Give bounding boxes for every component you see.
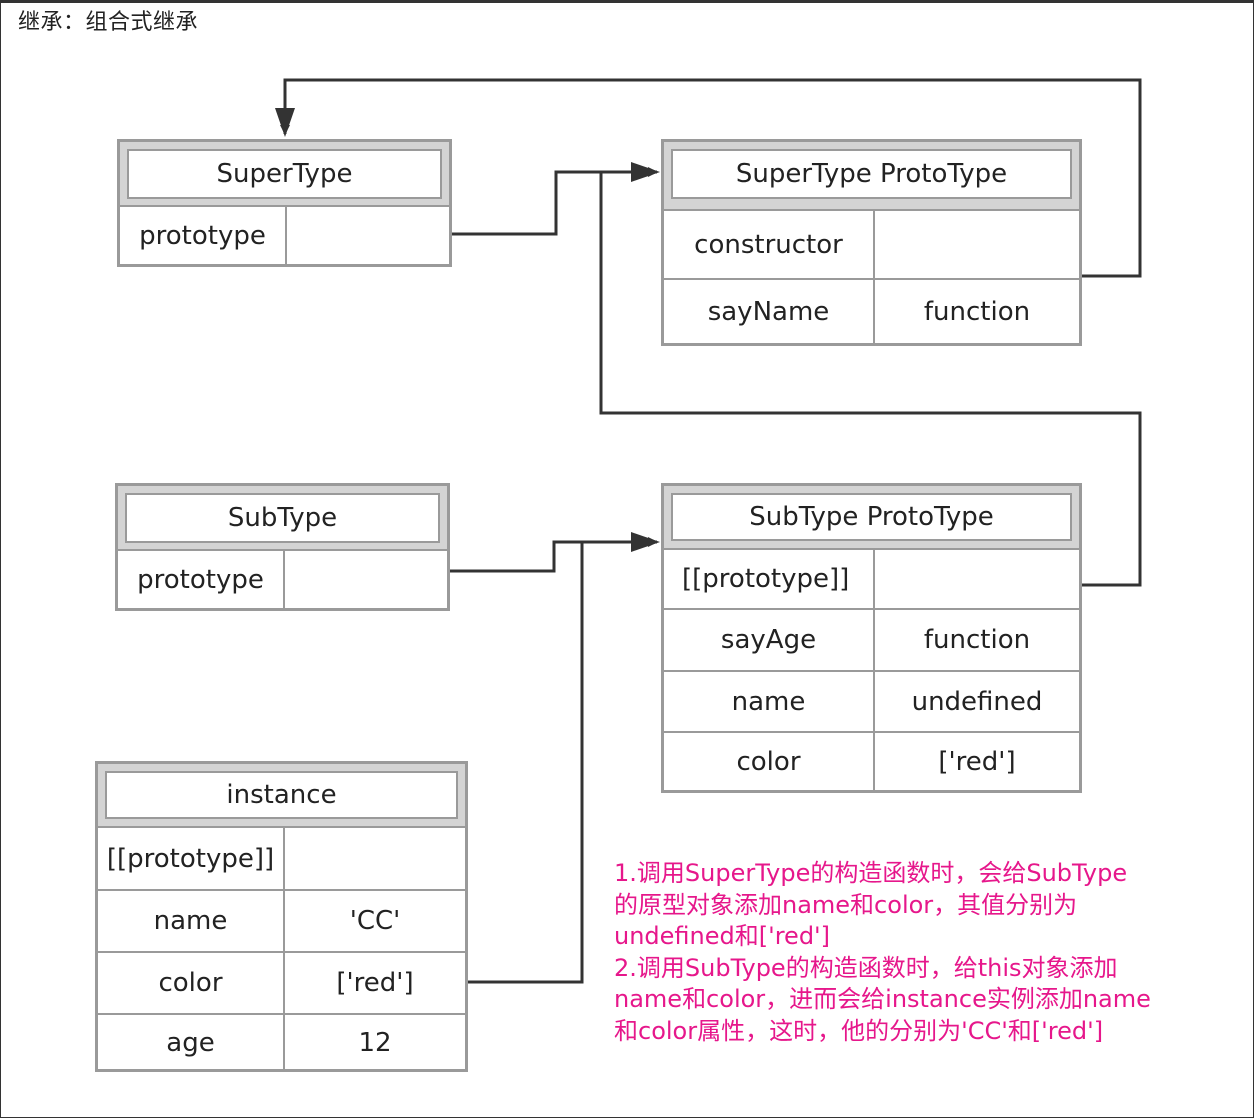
subtype-proto-row-prototype: [[prototype]] bbox=[664, 550, 1079, 608]
row-key: age bbox=[98, 1015, 285, 1071]
subtype-proto-row-color: color ['red'] bbox=[664, 731, 1079, 790]
instance-row-name: name 'CC' bbox=[98, 889, 465, 951]
subtype-proto-box: SubType ProtoType [[prototype]] sayAge f… bbox=[661, 483, 1082, 793]
row-key: [[prototype]] bbox=[98, 828, 285, 889]
row-key: sayAge bbox=[664, 610, 875, 670]
subtype-proto-row-sayage: sayAge function bbox=[664, 608, 1079, 670]
supertype-proto-title: SuperType ProtoType bbox=[671, 149, 1072, 199]
row-value: function bbox=[923, 625, 1031, 655]
row-value bbox=[285, 551, 447, 609]
supertype-proto-row-constructor: constructor bbox=[664, 211, 1079, 278]
supertype-proto-header: SuperType ProtoType bbox=[664, 142, 1079, 211]
arrowhead-supertype bbox=[275, 108, 295, 137]
supertype-header: SuperType bbox=[120, 142, 449, 207]
row-value bbox=[285, 828, 465, 889]
note-line: name和color，进而会给instance实例添加name bbox=[614, 985, 1151, 1013]
row-key: sayName bbox=[664, 280, 875, 343]
supertype-proto-row-sayname: sayName function bbox=[664, 278, 1079, 343]
connector-instance-to-subproto bbox=[468, 542, 584, 984]
row-value: 'CC' bbox=[349, 906, 401, 936]
supertype-proto-box: SuperType ProtoType constructor sayName … bbox=[661, 139, 1082, 346]
row-value bbox=[875, 550, 1079, 608]
arrowhead-superproto bbox=[631, 162, 660, 182]
supertype-box: SuperType prototype bbox=[117, 139, 452, 267]
instance-row-age: age 12 bbox=[98, 1013, 465, 1071]
arrowhead-subproto bbox=[631, 532, 660, 552]
row-value bbox=[875, 211, 1079, 278]
row-value: 12 bbox=[358, 1028, 392, 1058]
row-value: undefined bbox=[911, 686, 1043, 717]
row-key: color bbox=[98, 953, 285, 1013]
explanation-note: 1.调用SuperType的构造函数时，会给SubType 的原型对象添加nam… bbox=[614, 858, 1214, 1047]
instance-box: instance [[prototype]] name 'CC' color [… bbox=[95, 761, 468, 1072]
subtype-proto-row-name: name undefined bbox=[664, 670, 1079, 731]
row-key: prototype bbox=[120, 207, 287, 265]
subtype-row-prototype: prototype bbox=[118, 551, 447, 609]
subtype-box: SubType prototype bbox=[115, 483, 450, 611]
subtype-proto-header: SubType ProtoType bbox=[664, 486, 1079, 550]
instance-row-prototype: [[prototype]] bbox=[98, 828, 465, 889]
note-line: 的原型对象添加name和color，其值分别为 bbox=[614, 890, 1078, 919]
row-key: name bbox=[98, 891, 285, 951]
supertype-title: SuperType bbox=[127, 149, 442, 199]
subtype-title: SubType bbox=[125, 493, 440, 543]
row-value: ['red'] bbox=[938, 746, 1016, 777]
subtype-header: SubType bbox=[118, 486, 447, 551]
row-key: prototype bbox=[118, 551, 285, 609]
instance-title: instance bbox=[105, 771, 458, 819]
supertype-row-prototype: prototype bbox=[120, 207, 449, 265]
row-key: color bbox=[664, 733, 875, 790]
row-value: function bbox=[923, 296, 1031, 327]
row-key: [[prototype]] bbox=[664, 550, 875, 608]
connector-supertype-to-proto bbox=[452, 167, 658, 236]
connector-subtype-to-proto bbox=[450, 537, 658, 573]
note-line: undefined和['red'] bbox=[614, 922, 831, 950]
instance-header: instance bbox=[98, 764, 465, 828]
subtype-proto-title: SubType ProtoType bbox=[671, 493, 1072, 541]
note-line: 1.调用SuperType的构造函数时，会给SubType bbox=[614, 859, 1128, 887]
note-line: 和color属性，这时，他的分别为'CC'和['red'] bbox=[614, 1016, 1104, 1045]
row-key: constructor bbox=[664, 211, 875, 278]
note-line: 2.调用SubType的构造函数时，给this对象添加 bbox=[614, 953, 1118, 982]
instance-row-color: color ['red'] bbox=[98, 951, 465, 1013]
row-value: ['red'] bbox=[336, 968, 414, 998]
row-value bbox=[287, 207, 449, 265]
row-key: name bbox=[664, 672, 875, 731]
